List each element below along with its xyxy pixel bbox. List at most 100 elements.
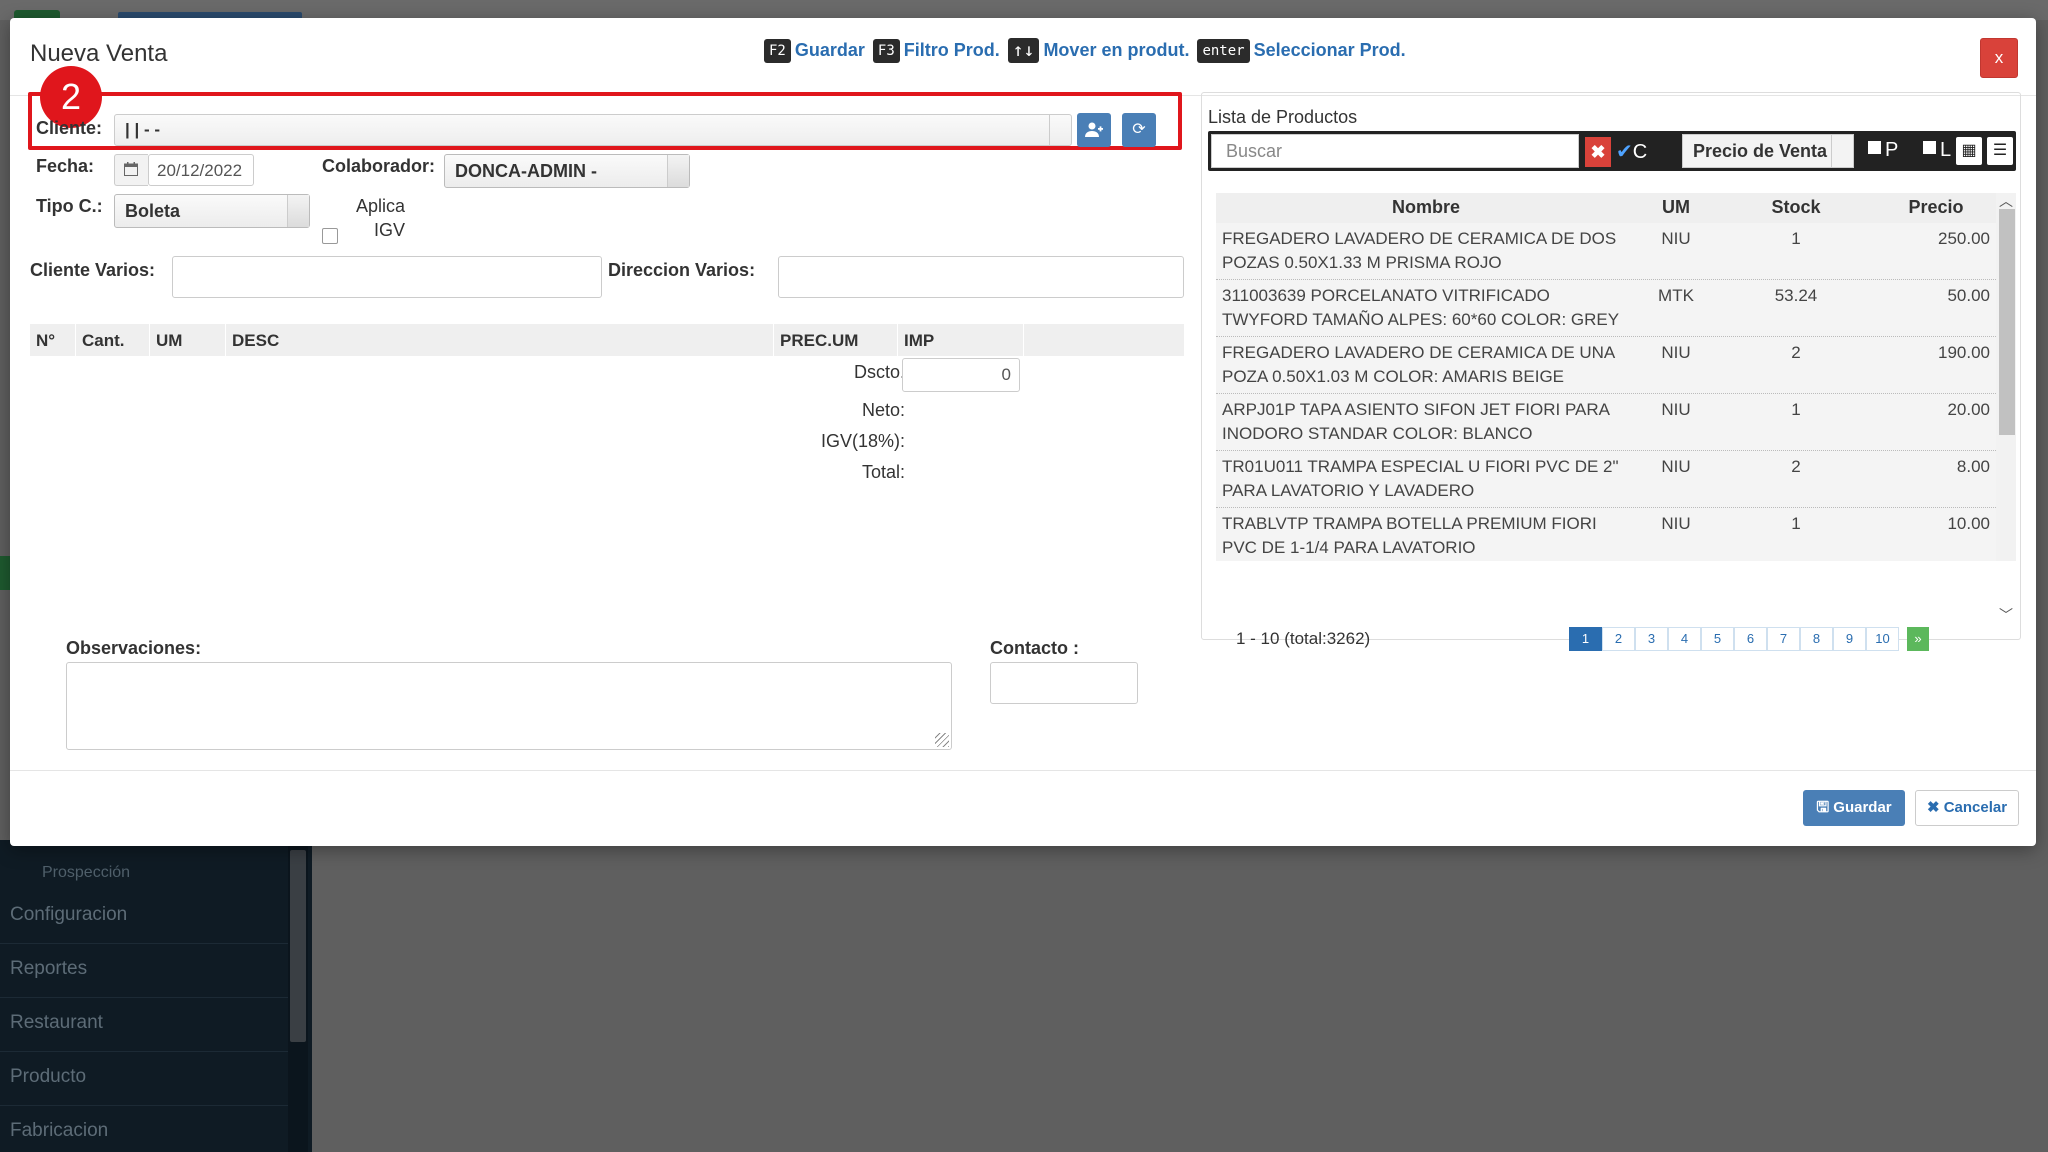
check-l-label: L: [1940, 139, 1952, 161]
close-button[interactable]: x: [1980, 38, 2018, 78]
sidebar-item-configuracion[interactable]: Configuracion: [0, 890, 288, 944]
product-name: 311003639 PORCELANATO VITRIFICADO TWYFOR…: [1222, 286, 1620, 329]
col-desc: DESC: [226, 324, 774, 356]
list-view-button[interactable]: ☰: [1987, 137, 2013, 165]
product-search-input[interactable]: Buscar: [1211, 134, 1579, 168]
page-5[interactable]: 5: [1701, 627, 1734, 651]
product-price: 50.00: [1947, 286, 1990, 305]
add-user-icon: [1085, 122, 1103, 137]
col-cant: Cant.: [76, 324, 150, 356]
product-um: NIU: [1661, 343, 1691, 362]
dscto-input[interactable]: 0: [902, 358, 1020, 392]
check-c-toggle[interactable]: ✔C: [1616, 139, 1647, 164]
product-table-header: Nombre UM Stock Precio: [1216, 193, 1996, 223]
price-type-select[interactable]: Precio de Venta: [1682, 134, 1854, 168]
product-price: 190.00: [1938, 343, 1990, 362]
chevron-down-icon: [287, 195, 309, 227]
sidebar-scroll-thumb[interactable]: [290, 850, 306, 1042]
page-3[interactable]: 3: [1635, 627, 1668, 651]
product-search-bar: Buscar ✖ ✔C Precio de Venta P L ▦ ☰: [1208, 131, 2016, 171]
page-9[interactable]: 9: [1833, 627, 1866, 651]
chevron-down-icon: [1049, 115, 1071, 145]
igv-label: IGV: [374, 220, 406, 240]
scroll-up-icon[interactable]: ︿: [1999, 191, 2013, 211]
page-2[interactable]: 2: [1602, 627, 1635, 651]
colaborador-select[interactable]: DONCA-ADMIN -: [444, 154, 690, 188]
check-p-label: P: [1885, 139, 1899, 161]
table-row[interactable]: FREGADERO LAVADERO DE CERAMICA DE UNA PO…: [1216, 337, 1996, 394]
resize-grip-icon[interactable]: [935, 733, 949, 747]
table-row[interactable]: ARPJ01P TAPA ASIENTO SIFON JET FIORI PAR…: [1216, 394, 1996, 451]
col-nombre: Nombre: [1391, 197, 1460, 217]
product-price: 10.00: [1947, 514, 1990, 533]
product-table: Nombre UM Stock Precio FREGADERO LAVADER…: [1216, 193, 1996, 561]
calendar-icon[interactable]: [114, 154, 148, 186]
page-10[interactable]: 10: [1866, 627, 1899, 651]
sidebar-item-restaurant[interactable]: Restaurant: [0, 998, 288, 1052]
next-page-button[interactable]: »: [1907, 627, 1929, 651]
dscto-label: Dscto.: [853, 362, 905, 382]
price-type-value: Precio de Venta: [1693, 141, 1828, 161]
refresh-icon: ⟳: [1132, 121, 1146, 138]
save-icon: 🖫: [1816, 799, 1830, 816]
product-list-title: Lista de Productos: [1208, 107, 1358, 127]
shortcut-label-filtro: Filtro Prod.: [903, 40, 1000, 60]
sidebar-item-producto[interactable]: Producto: [0, 1052, 288, 1106]
check-p-toggle[interactable]: P: [1868, 139, 1898, 162]
direccion-varios-input[interactable]: [778, 256, 1184, 298]
product-stock: 2: [1791, 457, 1801, 476]
shortcut-label-mover: Mover en produt.: [1043, 40, 1190, 60]
contacto-input[interactable]: [990, 662, 1138, 704]
product-list-panel: Lista de Productos Buscar ✖ ✔C Precio de…: [1201, 92, 2021, 648]
refresh-button[interactable]: ⟳: [1122, 113, 1156, 147]
table-row[interactable]: FREGADERO LAVADERO DE CERAMICA DE DOS PO…: [1216, 223, 1996, 280]
paging-summary: 1 - 10 (total:3262): [1236, 629, 1371, 648]
cliente-varios-input[interactable]: [172, 256, 602, 298]
grid-view-button[interactable]: ▦: [1956, 137, 1982, 165]
table-row[interactable]: TRABLVTP TRAMPA BOTELLA PREMIUM FIORI PV…: [1216, 508, 1996, 561]
tipo-select[interactable]: Boleta: [114, 194, 310, 228]
fecha-label: Fecha:: [36, 156, 95, 176]
cliente-select[interactable]: | | - -: [114, 114, 1072, 146]
product-name: FREGADERO LAVADERO DE CERAMICA DE DOS PO…: [1222, 229, 1617, 272]
col-stock: Stock: [1771, 197, 1821, 217]
table-row[interactable]: 311003639 PORCELANATO VITRIFICADO TWYFOR…: [1216, 280, 1996, 337]
page-7[interactable]: 7: [1767, 627, 1800, 651]
cancel-button[interactable]: ✖ Cancelar: [1915, 790, 2019, 826]
direccion-varios-label: Direccion Varios:: [608, 260, 756, 280]
add-client-button[interactable]: [1077, 113, 1111, 147]
scroll-down-icon[interactable]: ﹀: [1999, 605, 2013, 625]
check-l-toggle[interactable]: L: [1923, 139, 1951, 162]
col-precio: Precio: [1908, 197, 1964, 217]
save-button[interactable]: 🖫 Guardar: [1803, 790, 1905, 826]
check-c-label: C: [1632, 141, 1648, 163]
page-8[interactable]: 8: [1800, 627, 1833, 651]
product-price: 20.00: [1947, 400, 1990, 419]
product-um: MTK: [1658, 286, 1694, 305]
table-row[interactable]: TR01U011 TRAMPA ESPECIAL U FIORI PVC DE …: [1216, 451, 1996, 508]
modal-header: Nueva Venta F2 Guardar F3 Filtro Prod. ↑…: [10, 18, 2036, 96]
pagination: 1 2 3 4 5 6 7 8 9 10 »: [1569, 627, 1929, 651]
page-1[interactable]: 1: [1569, 627, 1602, 651]
page-4[interactable]: 4: [1668, 627, 1701, 651]
fecha-input[interactable]: 20/12/2022: [148, 154, 254, 186]
total-label: Total:: [861, 462, 905, 482]
sidebar-subitem-prospeccion[interactable]: Prospección: [42, 864, 130, 882]
observaciones-textarea[interactable]: [66, 662, 952, 750]
app-topbar: [0, 0, 2048, 20]
product-scroll-thumb[interactable]: [1999, 209, 2015, 435]
shortcut-key-enter: enter: [1197, 38, 1250, 63]
tipo-label: Tipo C.:: [36, 196, 103, 216]
close-icon: ✖: [1926, 799, 1940, 816]
aplica-igv-checkbox[interactable]: [322, 228, 338, 244]
sidebar-active-indicator: [0, 556, 10, 590]
clear-search-button[interactable]: ✖: [1585, 137, 1611, 167]
product-stock: 2: [1791, 343, 1801, 362]
neto-label: Neto:: [861, 400, 905, 420]
shortcut-label-guardar: Guardar: [794, 40, 865, 60]
sidebar-item-reportes[interactable]: Reportes: [0, 944, 288, 998]
product-um: NIU: [1661, 400, 1691, 419]
check-icon: ✔: [1616, 141, 1633, 163]
sidebar-item-fabricacion[interactable]: Fabricacion: [0, 1106, 288, 1152]
page-6[interactable]: 6: [1734, 627, 1767, 651]
